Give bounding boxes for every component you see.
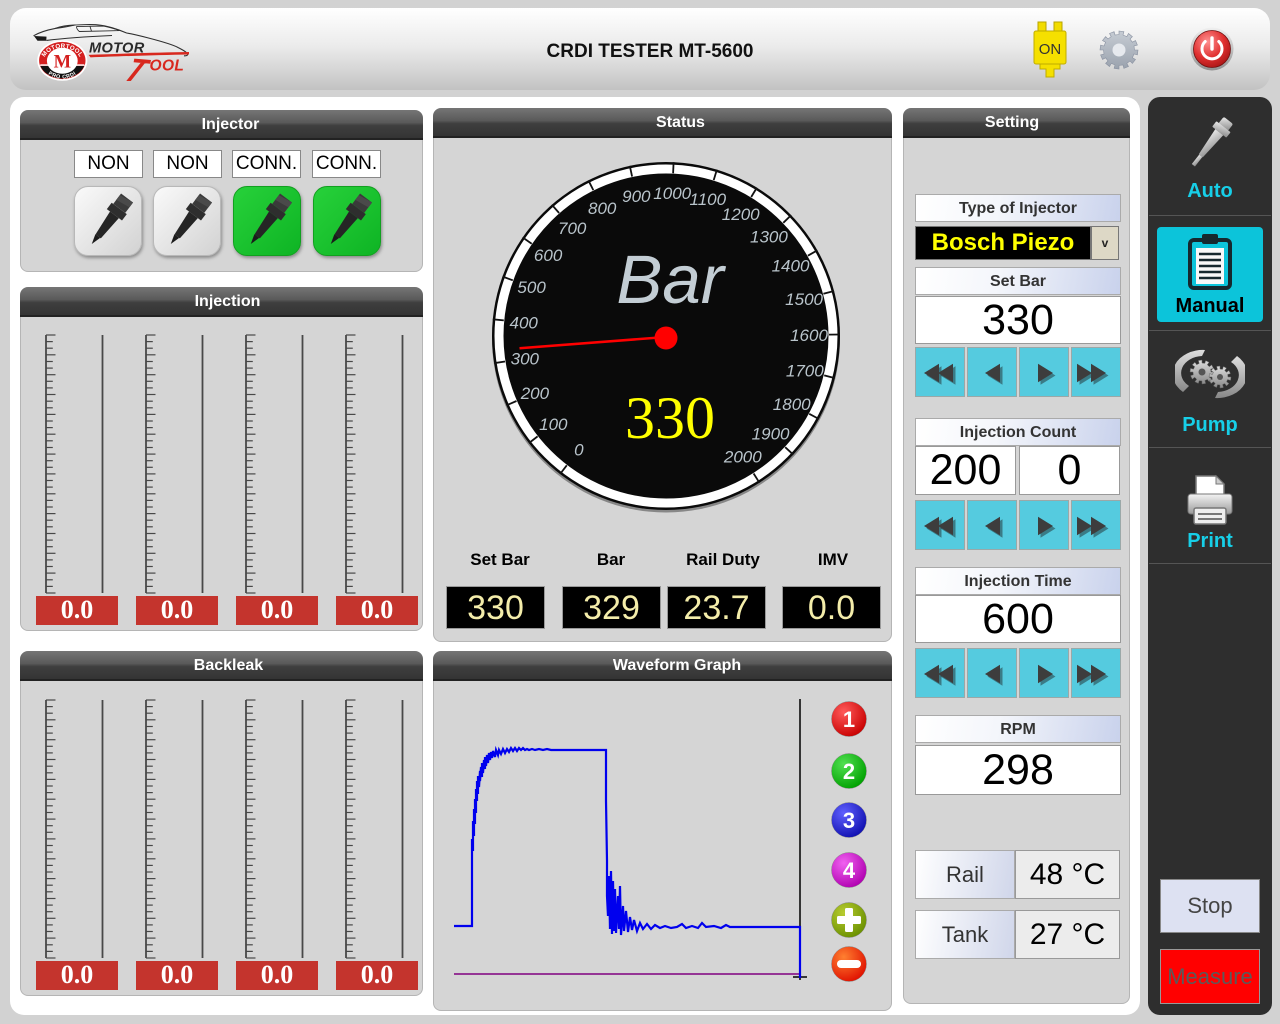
svg-text:1200: 1200 (722, 205, 760, 224)
svg-text:300: 300 (511, 349, 540, 368)
svg-text:2000: 2000 (723, 448, 762, 467)
svg-text:0: 0 (574, 440, 584, 459)
svg-text:1400: 1400 (772, 257, 810, 276)
svg-text:330: 330 (625, 385, 715, 451)
svg-text:500: 500 (517, 278, 546, 297)
svg-text:900: 900 (622, 187, 651, 206)
svg-text:1: 1 (843, 707, 855, 732)
svg-text:1300: 1300 (750, 228, 788, 247)
svg-text:ON: ON (1039, 41, 1062, 58)
svg-text:1000: 1000 (653, 184, 691, 203)
svg-text:100: 100 (539, 415, 568, 434)
svg-text:2: 2 (843, 759, 855, 784)
svg-text:3: 3 (843, 808, 855, 833)
svg-text:1800: 1800 (773, 395, 811, 414)
svg-text:4: 4 (843, 858, 856, 883)
svg-text:700: 700 (558, 219, 587, 238)
svg-text:1500: 1500 (785, 290, 823, 309)
svg-text:800: 800 (588, 199, 617, 218)
svg-text:1900: 1900 (752, 425, 790, 444)
svg-text:600: 600 (534, 246, 563, 265)
svg-text:200: 200 (520, 384, 550, 403)
svg-text:1700: 1700 (786, 362, 824, 381)
svg-text:Bar: Bar (616, 241, 726, 318)
svg-text:1600: 1600 (790, 326, 828, 345)
svg-text:400: 400 (510, 313, 539, 332)
